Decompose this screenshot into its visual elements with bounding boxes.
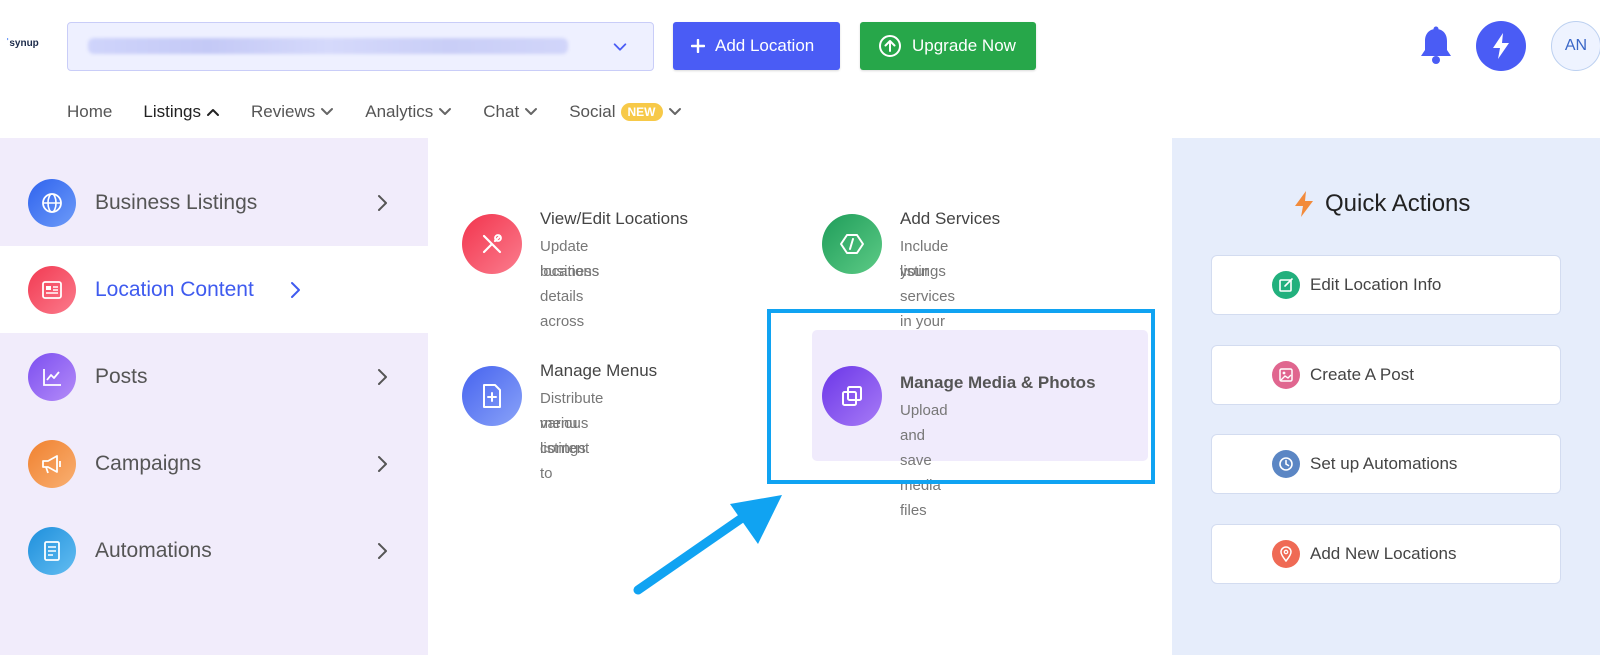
nav-home[interactable]: Home bbox=[67, 102, 112, 122]
nav-analytics[interactable]: Analytics bbox=[365, 102, 452, 122]
sidebar-item-automations[interactable]: Automations bbox=[0, 507, 428, 594]
clock-icon bbox=[1272, 450, 1300, 478]
nav-reviews[interactable]: Reviews bbox=[251, 102, 334, 122]
bell-icon[interactable] bbox=[1418, 26, 1454, 66]
listings-sidebar: Business Listings Location Content Posts… bbox=[0, 138, 428, 655]
sidebar-item-location-content[interactable]: Location Content bbox=[0, 246, 428, 333]
sidebar-item-campaigns[interactable]: Campaigns bbox=[0, 420, 428, 507]
quick-action-label: Create A Post bbox=[1310, 365, 1414, 384]
avatar[interactable]: AN bbox=[1551, 21, 1600, 71]
chevron-right-icon bbox=[378, 368, 387, 385]
card-title: Manage Media & Photos bbox=[900, 373, 1096, 392]
tools-icon bbox=[462, 214, 522, 274]
upgrade-now-button[interactable]: Upgrade Now bbox=[860, 22, 1036, 70]
new-badge: NEW bbox=[620, 103, 663, 121]
main-nav: Home Listings Reviews Analytics Chat Soc… bbox=[67, 97, 713, 127]
quick-action-label: Edit Location Info bbox=[1310, 275, 1442, 294]
add-location-label: Add Location bbox=[715, 36, 815, 55]
chevron-down-icon bbox=[668, 108, 681, 115]
sidebar-item-label: Business Listings bbox=[95, 190, 258, 214]
sidebar-item-posts[interactable]: Posts bbox=[0, 333, 428, 420]
chevron-down-icon bbox=[525, 108, 538, 115]
sidebar-item-label: Posts bbox=[95, 364, 148, 388]
create-a-post-button[interactable]: Create A Post bbox=[1211, 345, 1561, 405]
chevron-right-icon bbox=[291, 281, 300, 298]
location-selector[interactable] bbox=[67, 22, 654, 71]
location-selector-value bbox=[88, 38, 568, 54]
hexagon-icon bbox=[822, 214, 882, 274]
card-description: various listings bbox=[540, 415, 589, 457]
chart-line-icon bbox=[28, 352, 76, 401]
sidebar-item-business-listings[interactable]: Business Listings bbox=[0, 159, 428, 246]
globe-icon bbox=[28, 178, 76, 227]
nav-reviews-label: Reviews bbox=[251, 102, 316, 121]
newspaper-icon bbox=[28, 265, 76, 314]
card-title: View/Edit Locations bbox=[540, 209, 689, 228]
lightning-button[interactable] bbox=[1476, 21, 1526, 71]
upgrade-now-label: Upgrade Now bbox=[912, 36, 1016, 55]
lightning-icon bbox=[1295, 191, 1313, 217]
chevron-right-icon bbox=[378, 194, 387, 211]
megaphone-icon bbox=[28, 439, 76, 488]
quick-actions-title: Quick Actions bbox=[1325, 190, 1471, 217]
set-up-automations-button[interactable]: Set up Automations bbox=[1211, 434, 1561, 494]
chevron-right-icon bbox=[378, 455, 387, 472]
quick-action-label: Set up Automations bbox=[1310, 454, 1458, 473]
card-title: Manage Menus bbox=[540, 361, 658, 380]
synup-logo[interactable]: ʾsynup bbox=[6, 38, 39, 49]
nav-analytics-label: Analytics bbox=[365, 102, 434, 121]
add-new-locations-button[interactable]: Add New Locations bbox=[1211, 524, 1561, 584]
card-description: listings bbox=[900, 263, 946, 280]
edit-icon bbox=[1272, 271, 1300, 299]
plus-icon bbox=[691, 39, 705, 53]
card-title: Add Services bbox=[900, 209, 1001, 228]
nav-chat[interactable]: Chat bbox=[483, 102, 538, 122]
annotation-arrow bbox=[633, 495, 782, 595]
lightning-icon bbox=[1493, 33, 1509, 59]
nav-listings[interactable]: Listings bbox=[143, 102, 220, 122]
top-bar: ʾsynup Add Location Upgrade Now AN Home … bbox=[0, 0, 1600, 121]
chevron-down-icon bbox=[439, 108, 452, 115]
copy-icon bbox=[822, 366, 882, 426]
nav-home-label: Home bbox=[67, 102, 113, 121]
sidebar-item-label: Campaigns bbox=[95, 451, 202, 475]
quick-action-label: Add New Locations bbox=[1310, 544, 1457, 563]
sidebar-item-label: Automations bbox=[95, 538, 212, 562]
quick-actions-heading: Quick Actions bbox=[1293, 190, 1470, 218]
card-description: Update business details across bbox=[540, 238, 600, 330]
chevron-down-icon bbox=[613, 43, 627, 51]
card-description: locations bbox=[540, 263, 600, 280]
arrow-up-circle-icon bbox=[878, 34, 902, 58]
sidebar-item-label: Location Content bbox=[95, 277, 254, 301]
image-icon bbox=[1272, 361, 1300, 389]
chevron-down-icon bbox=[321, 108, 334, 115]
nav-listings-label: Listings bbox=[143, 102, 201, 121]
logo-text: synup bbox=[9, 38, 39, 49]
edit-location-info-button[interactable]: Edit Location Info bbox=[1211, 255, 1561, 315]
nav-chat-label: Chat bbox=[483, 102, 520, 121]
add-file-icon bbox=[462, 366, 522, 426]
card-description: Include your services in your bbox=[900, 238, 956, 330]
chevron-up-icon bbox=[207, 109, 219, 116]
card-description: Upload and save media files bbox=[900, 402, 948, 519]
document-icon bbox=[28, 526, 76, 575]
nav-social-label: Social bbox=[569, 102, 616, 121]
nav-social[interactable]: Social NEW bbox=[569, 102, 681, 122]
add-location-button[interactable]: Add Location bbox=[673, 22, 840, 70]
pin-icon bbox=[1272, 540, 1300, 568]
chevron-right-icon bbox=[378, 542, 387, 559]
